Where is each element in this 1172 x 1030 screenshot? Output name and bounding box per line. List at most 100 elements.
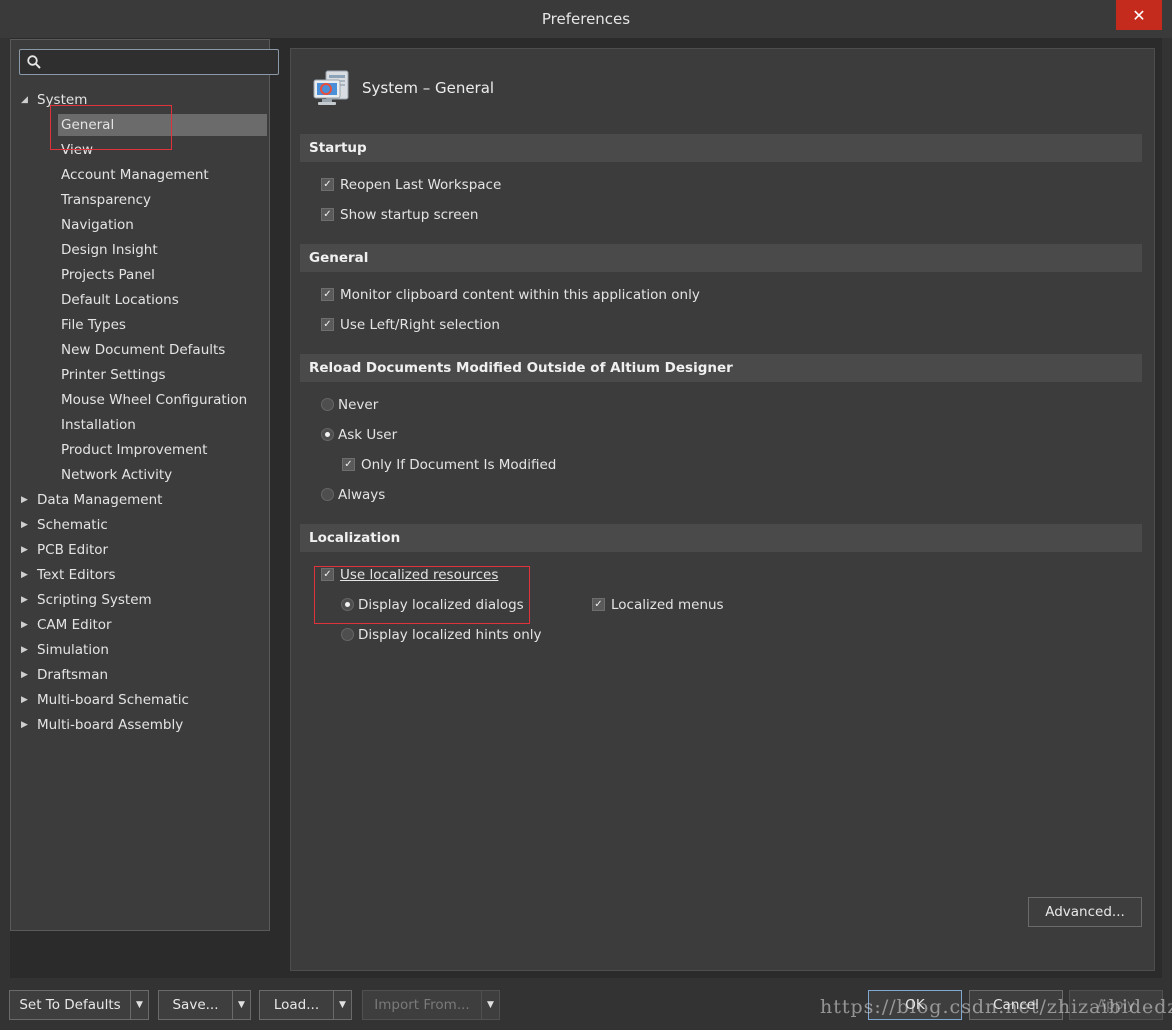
collapsed-arrow-icon[interactable]: ▶	[21, 539, 28, 561]
tree-item-label: Mouse Wheel Configuration	[61, 392, 248, 408]
reload-never-label: Never	[338, 397, 379, 413]
tree-item-label: Design Insight	[61, 242, 158, 258]
save-dropdown[interactable]: ▼	[233, 990, 251, 1020]
tree-item-installation[interactable]: Installation	[10, 414, 267, 436]
section-header-localization: Localization	[300, 524, 1142, 552]
tree-item-transparency[interactable]: Transparency	[10, 189, 267, 211]
collapsed-arrow-icon[interactable]: ▶	[21, 514, 28, 536]
checkbox-checked-icon: ✓	[321, 208, 334, 221]
show-startup-screen-label: Show startup screen	[340, 207, 479, 223]
tree-item-simulation[interactable]: ▶ Simulation	[10, 639, 267, 661]
tree-item-label: Multi-board Schematic	[37, 692, 189, 708]
search-icon	[27, 55, 41, 69]
left-right-selection-label: Use Left/Right selection	[340, 317, 500, 333]
highlight-frame-localization	[314, 566, 530, 624]
tree-item-label: New Document Defaults	[61, 342, 226, 358]
collapsed-arrow-icon[interactable]: ▶	[21, 489, 28, 511]
save-button[interactable]: Save...	[158, 990, 233, 1020]
tree-item-label: Product Improvement	[61, 442, 208, 458]
search-input[interactable]	[46, 53, 278, 73]
tree-item-account-management[interactable]: Account Management	[10, 164, 267, 186]
search-box	[19, 49, 279, 75]
display-localized-hints-label: Display localized hints only	[358, 627, 542, 643]
tree-item-label: Default Locations	[61, 292, 179, 308]
tree-item-label: Data Management	[37, 492, 163, 508]
collapsed-arrow-icon[interactable]: ▶	[21, 589, 28, 611]
collapsed-arrow-icon[interactable]: ▶	[21, 714, 28, 736]
tree-item-label: Draftsman	[37, 667, 109, 683]
radio-icon	[321, 488, 334, 501]
tree-item-label: CAM Editor	[37, 617, 112, 633]
collapsed-arrow-icon[interactable]: ▶	[21, 614, 28, 636]
checkbox-checked-icon: ✓	[592, 598, 605, 611]
checkbox-checked-icon: ✓	[321, 288, 334, 301]
tree-item-label: Simulation	[37, 642, 109, 658]
collapsed-arrow-icon[interactable]: ▶	[21, 664, 28, 686]
tree-item-scripting-system[interactable]: ▶ Scripting System	[10, 589, 267, 611]
dropdown-arrow-icon: ▼	[487, 1000, 494, 1010]
tree-item-label: Printer Settings	[61, 367, 166, 383]
tree-item-new-document-defaults[interactable]: New Document Defaults	[10, 339, 267, 361]
tree-item-cam-editor[interactable]: ▶ CAM Editor	[10, 614, 267, 636]
tree-item-label: Multi-board Assembly	[37, 717, 184, 733]
close-icon: ✕	[1132, 5, 1146, 25]
tree-item-pcb-editor[interactable]: ▶ PCB Editor	[10, 539, 267, 561]
tree-item-default-locations[interactable]: Default Locations	[10, 289, 267, 311]
expanded-arrow-icon[interactable]: ◢	[21, 89, 28, 111]
tree-item-printer-settings[interactable]: Printer Settings	[10, 364, 267, 386]
radio-icon	[321, 398, 334, 411]
window-title: Preferences	[541, 10, 631, 28]
radio-selected-icon	[321, 428, 334, 441]
tree-item-label: Account Management	[61, 167, 209, 183]
page-title: System – General	[362, 79, 495, 97]
tree-item-mouse-wheel-configuration[interactable]: Mouse Wheel Configuration	[10, 389, 267, 411]
monitor-clipboard-label: Monitor clipboard content within this ap…	[340, 287, 700, 303]
collapsed-arrow-icon[interactable]: ▶	[21, 689, 28, 711]
only-if-modified-label: Only If Document Is Modified	[361, 457, 557, 473]
tree-item-label: Network Activity	[61, 467, 173, 483]
tree-item-network-activity[interactable]: Network Activity	[10, 464, 267, 486]
tree-item-design-insight[interactable]: Design Insight	[10, 239, 267, 261]
tree-item-label: Transparency	[61, 192, 152, 208]
dropdown-arrow-icon: ▼	[238, 1000, 245, 1010]
tree-item-file-types[interactable]: File Types	[10, 314, 267, 336]
tree-item-data-management[interactable]: ▶ Data Management	[10, 489, 267, 511]
tree-item-navigation[interactable]: Navigation	[10, 214, 267, 236]
tree-item-label: File Types	[61, 317, 126, 333]
tree-item-label: Navigation	[61, 217, 134, 233]
tree-item-projects-panel[interactable]: Projects Panel	[10, 264, 267, 286]
radio-icon	[341, 628, 354, 641]
dropdown-arrow-icon: ▼	[339, 1000, 346, 1010]
collapsed-arrow-icon[interactable]: ▶	[21, 639, 28, 661]
title-bar: Preferences ✕	[0, 0, 1172, 38]
dropdown-arrow-icon: ▼	[136, 1000, 143, 1010]
import-from-dropdown[interactable]: ▼	[482, 990, 500, 1020]
checkbox-checked-icon: ✓	[342, 458, 355, 471]
tree-item-label: Installation	[61, 417, 136, 433]
tree-item-label: Text Editors	[37, 567, 116, 583]
close-button[interactable]: ✕	[1116, 0, 1162, 30]
reload-ask-user-label: Ask User	[338, 427, 398, 443]
tree-item-text-editors[interactable]: ▶ Text Editors	[10, 564, 267, 586]
tree-item-multi-board-assembly[interactable]: ▶ Multi-board Assembly	[10, 714, 267, 736]
tree-item-draftsman[interactable]: ▶ Draftsman	[10, 664, 267, 686]
tree-item-multi-board-schematic[interactable]: ▶ Multi-board Schematic	[10, 689, 267, 711]
advanced-button[interactable]: Advanced...	[1028, 897, 1142, 927]
import-from-button[interactable]: Import From...	[362, 990, 482, 1020]
load-button[interactable]: Load...	[259, 990, 334, 1020]
tree-item-label: Scripting System	[37, 592, 152, 608]
checkbox-checked-icon: ✓	[321, 178, 334, 191]
reload-always-label: Always	[338, 487, 386, 503]
highlight-frame-general	[50, 105, 172, 150]
set-to-defaults-dropdown[interactable]: ▼	[131, 990, 149, 1020]
system-general-icon	[313, 70, 349, 105]
load-dropdown[interactable]: ▼	[334, 990, 352, 1020]
tree-item-schematic[interactable]: ▶ Schematic	[10, 514, 267, 536]
localized-menus-label: Localized menus	[611, 597, 724, 613]
set-to-defaults-button[interactable]: Set To Defaults	[9, 990, 131, 1020]
tree-item-product-improvement[interactable]: Product Improvement	[10, 439, 267, 461]
section-header-reload: Reload Documents Modified Outside of Alt…	[300, 354, 1142, 382]
tree-item-label: Schematic	[37, 517, 108, 533]
collapsed-arrow-icon[interactable]: ▶	[21, 564, 28, 586]
tree-item-label: Projects Panel	[61, 267, 155, 283]
